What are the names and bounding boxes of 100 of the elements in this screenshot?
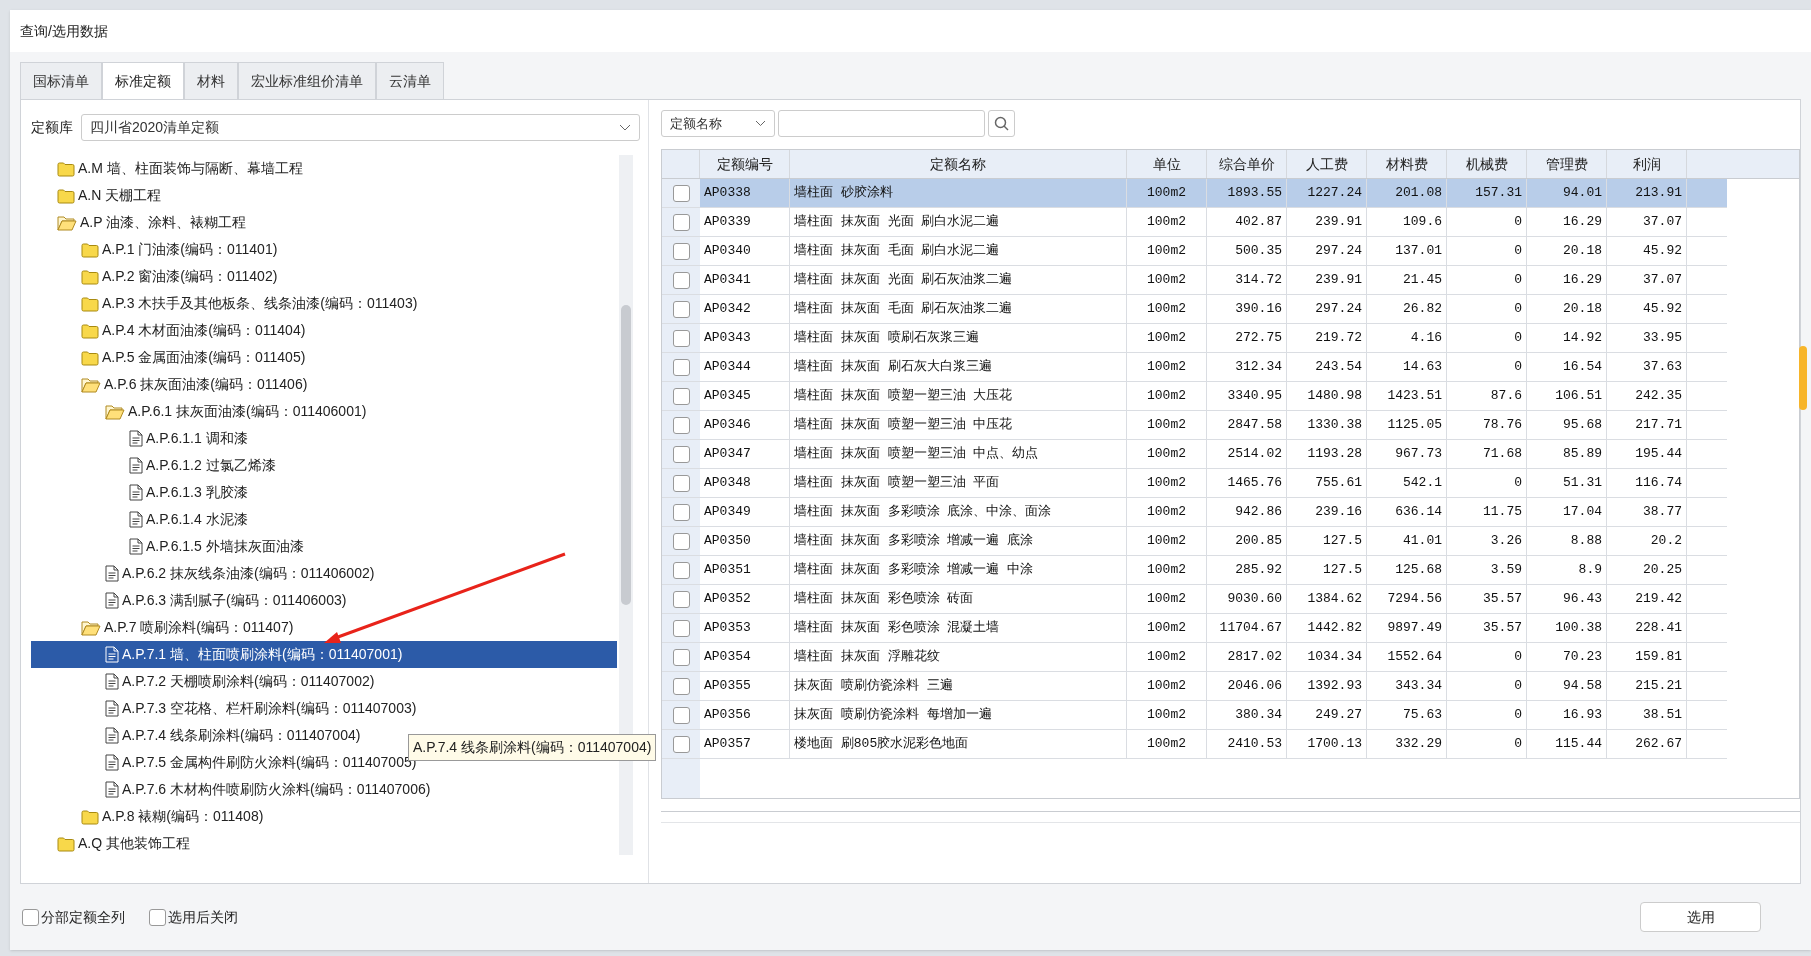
tree-item[interactable]: A.P.6.1.3 乳胶漆 bbox=[31, 479, 617, 506]
table-row[interactable]: AP0350 墙柱面 抹灰面 多彩喷涂 增减一遍 底涂 100m2 200.85 127.5 41.01 3.26 8.88 20.2 bbox=[700, 527, 1727, 556]
table-row[interactable]: AP0339 墙柱面 抹灰面 光面 刷白水泥二遍 100m2 402.87 239.91 109.6 0 16.29 37.07 bbox=[700, 208, 1727, 237]
table-cell: 20.18 bbox=[1527, 295, 1607, 323]
row-checkbox[interactable] bbox=[672, 271, 690, 289]
row-checkbox[interactable] bbox=[672, 416, 690, 434]
table-row[interactable]: AP0349 墙柱面 抹灰面 多彩喷涂 底涂、中涂、面涂 100m2 942.86 239.16 636.14 11.75 17.04 38.77 bbox=[700, 498, 1727, 527]
select-button[interactable]: 选用 bbox=[1640, 902, 1761, 932]
option-checkbox[interactable] bbox=[149, 908, 166, 926]
tree-item[interactable]: A.M 墙、柱面装饰与隔断、幕墙工程 bbox=[31, 155, 617, 182]
tree-item[interactable]: A.P.6.1.5 外墙抹灰面油漆 bbox=[31, 533, 617, 560]
row-checkbox[interactable] bbox=[672, 677, 690, 695]
tree-item[interactable]: A.P.6.3 满刮腻子(编码：011406003) bbox=[31, 587, 617, 614]
tree-item[interactable]: A.P.6.1.1 调和漆 bbox=[31, 425, 617, 452]
row-checkbox[interactable] bbox=[672, 648, 690, 666]
tree-item[interactable]: A.P.5 金属面油漆(编码：011405) bbox=[31, 344, 617, 371]
table-cell: 1193.28 bbox=[1287, 440, 1367, 468]
chevron-down-icon bbox=[619, 123, 631, 132]
column-header[interactable]: 管理费 bbox=[1527, 150, 1607, 178]
row-checkbox[interactable] bbox=[672, 329, 690, 347]
table-row[interactable]: AP0340 墙柱面 抹灰面 毛面 刷白水泥二遍 100m2 500.35 297.24 137.01 0 20.18 45.92 bbox=[700, 237, 1727, 266]
table-cell: 墙柱面 抹灰面 多彩喷涂 底涂、中涂、面涂 bbox=[790, 498, 1127, 526]
table-cell: 219.42 bbox=[1607, 585, 1687, 613]
row-checkbox[interactable] bbox=[672, 619, 690, 637]
tree-item[interactable]: A.P.6.1.4 水泥漆 bbox=[31, 506, 617, 533]
table-row[interactable]: AP0344 墙柱面 抹灰面 刷石灰大白浆三遍 100m2 312.34 243.54 14.63 0 16.54 37.63 bbox=[700, 353, 1727, 382]
column-header[interactable]: 定额名称 bbox=[790, 150, 1127, 178]
table-cell: 4.16 bbox=[1367, 324, 1447, 352]
table-cell: 0 bbox=[1447, 208, 1527, 236]
row-checkbox[interactable] bbox=[672, 445, 690, 463]
table-row[interactable]: AP0348 墙柱面 抹灰面 喷塑一塑三油 平面 100m2 1465.76 755.61 542.1 0 51.31 116.74 bbox=[700, 469, 1727, 498]
tab[interactable]: 宏业标准组价清单 bbox=[238, 62, 376, 99]
row-checkbox[interactable] bbox=[672, 242, 690, 260]
table-row[interactable]: AP0352 墙柱面 抹灰面 彩色喷涂 砖面 100m2 9030.60 1384.62 7294.56 35.57 96.43 219.42 bbox=[700, 585, 1727, 614]
tree-item[interactable]: A.P.6 抹灰面油漆(编码：011406) bbox=[31, 371, 617, 398]
table-cell: AP0348 bbox=[700, 469, 790, 497]
library-select[interactable]: 四川省2020清单定额 bbox=[81, 114, 640, 141]
option-label[interactable]: 选用后关闭 bbox=[168, 906, 238, 928]
table-row[interactable]: AP0341 墙柱面 抹灰面 光面 刷石灰油浆二遍 100m2 314.72 239.91 21.45 0 16.29 37.07 bbox=[700, 266, 1727, 295]
tree-item[interactable]: A.P.8 裱糊(编码：011408) bbox=[31, 803, 617, 830]
tree-item[interactable]: A.P.6.2 抹灰线条油漆(编码：011406002) bbox=[31, 560, 617, 587]
table-cell: 3.26 bbox=[1447, 527, 1527, 555]
row-checkbox[interactable] bbox=[672, 213, 690, 231]
tree-item[interactable]: A.P.7.3 空花格、栏杆刷涂料(编码：011407003) bbox=[31, 695, 617, 722]
row-checkbox[interactable] bbox=[672, 532, 690, 550]
tree-item[interactable]: A.P.7 喷刷涂料(编码：011407) bbox=[31, 614, 617, 641]
row-checkbox[interactable] bbox=[672, 358, 690, 376]
search-input[interactable] bbox=[778, 110, 985, 137]
row-checkbox[interactable] bbox=[672, 300, 690, 318]
table-cell: AP0343 bbox=[700, 324, 790, 352]
tree-item[interactable]: A.P 油漆、涂料、裱糊工程 bbox=[31, 209, 617, 236]
row-checkbox[interactable] bbox=[672, 474, 690, 492]
table-cell: 239.16 bbox=[1287, 498, 1367, 526]
row-checkbox[interactable] bbox=[672, 503, 690, 521]
table-row[interactable]: AP0356 抹灰面 喷刷仿瓷涂料 每增加一遍 100m2 380.34 249.27 75.63 0 16.93 38.51 bbox=[700, 701, 1727, 730]
tree-item[interactable]: A.P.7.2 天棚喷刷涂料(编码：011407002) bbox=[31, 668, 617, 695]
table-cell: AP0341 bbox=[700, 266, 790, 294]
table-row[interactable]: AP0355 抹灰面 喷刷仿瓷涂料 三遍 100m2 2046.06 1392.93 343.34 0 94.58 215.21 bbox=[700, 672, 1727, 701]
tab[interactable]: 云清单 bbox=[376, 62, 444, 99]
tree-item[interactable]: A.P.7.1 墙、柱面喷刷涂料(编码：011407001) bbox=[31, 641, 617, 668]
table-row[interactable]: AP0343 墙柱面 抹灰面 喷刷石灰浆三遍 100m2 272.75 219.72 4.16 0 14.92 33.95 bbox=[700, 324, 1727, 353]
tab[interactable]: 国标清单 bbox=[20, 62, 102, 99]
column-header[interactable]: 利润 bbox=[1607, 150, 1687, 178]
column-header[interactable]: 材料费 bbox=[1367, 150, 1447, 178]
row-checkbox[interactable] bbox=[672, 706, 690, 724]
tree-item[interactable]: A.P.3 木扶手及其他板条、线条油漆(编码：011403) bbox=[31, 290, 617, 317]
table-row[interactable]: AP0353 墙柱面 抹灰面 彩色喷涂 混凝土墙 100m2 11704.67 1442.82 9897.49 35.57 100.38 228.41 bbox=[700, 614, 1727, 643]
search-button[interactable] bbox=[988, 110, 1015, 137]
tree-item[interactable]: A.Q 其他装饰工程 bbox=[31, 830, 617, 857]
column-header[interactable]: 人工费 bbox=[1287, 150, 1367, 178]
row-checkbox[interactable] bbox=[672, 387, 690, 405]
tab[interactable]: 标准定额 bbox=[102, 62, 184, 99]
table-row[interactable]: AP0347 墙柱面 抹灰面 喷塑一塑三油 中点、幼点 100m2 2514.02 1193.28 967.73 71.68 85.89 195.44 bbox=[700, 440, 1727, 469]
tree-item[interactable]: A.N 天棚工程 bbox=[31, 182, 617, 209]
search-field-select[interactable]: 定额名称 bbox=[661, 110, 775, 137]
row-checkbox[interactable] bbox=[672, 184, 690, 202]
row-checkbox[interactable] bbox=[672, 590, 690, 608]
table-row[interactable]: AP0342 墙柱面 抹灰面 毛面 刷石灰油浆二遍 100m2 390.16 297.24 26.82 0 20.18 45.92 bbox=[700, 295, 1727, 324]
table-row[interactable]: AP0345 墙柱面 抹灰面 喷塑一塑三油 大压花 100m2 3340.95 1480.98 1423.51 87.6 106.51 242.35 bbox=[700, 382, 1727, 411]
table-row[interactable]: AP0351 墙柱面 抹灰面 多彩喷涂 增减一遍 中涂 100m2 285.92 127.5 125.68 3.59 8.9 20.25 bbox=[700, 556, 1727, 585]
column-header[interactable]: 机械费 bbox=[1447, 150, 1527, 178]
table-row[interactable]: AP0357 楼地面 刷805胶水泥彩色地面 100m2 2410.53 1700.13 332.29 0 115.44 262.67 bbox=[700, 730, 1727, 759]
column-header[interactable]: 综合单价 bbox=[1207, 150, 1287, 178]
tree-item[interactable]: A.P.6.1 抹灰面油漆(编码：011406001) bbox=[31, 398, 617, 425]
table-row[interactable]: AP0354 墙柱面 抹灰面 浮雕花纹 100m2 2817.02 1034.34 1552.64 0 70.23 159.81 bbox=[700, 643, 1727, 672]
column-header[interactable]: 定额编号 bbox=[700, 150, 790, 178]
tree-item[interactable]: A.P.4 木材面油漆(编码：011404) bbox=[31, 317, 617, 344]
tree-item[interactable]: A.P.7.6 木材构件喷刷防火涂料(编码：011407006) bbox=[31, 776, 617, 803]
row-checkbox[interactable] bbox=[672, 561, 690, 579]
tree-item[interactable]: A.P.6.1.2 过氯乙烯漆 bbox=[31, 452, 617, 479]
column-header[interactable]: 单位 bbox=[1127, 150, 1207, 178]
table-row[interactable]: AP0338 墙柱面 砂胶涂料 100m2 1893.55 1227.24 201.08 157.31 94.01 213.91 bbox=[700, 179, 1727, 208]
tree-item[interactable]: A.P.1 门油漆(编码：011401) bbox=[31, 236, 617, 263]
table-cell: 75.63 bbox=[1367, 701, 1447, 729]
tab[interactable]: 材料 bbox=[184, 62, 238, 99]
option-label[interactable]: 分部定额全列 bbox=[41, 906, 125, 928]
option-checkbox[interactable] bbox=[22, 908, 39, 926]
tree-item[interactable]: A.P.2 窗油漆(编码：011402) bbox=[31, 263, 617, 290]
row-checkbox[interactable] bbox=[672, 735, 690, 753]
table-row[interactable]: AP0346 墙柱面 抹灰面 喷塑一塑三油 中压花 100m2 2847.58 1330.38 1125.05 78.76 95.68 217.71 bbox=[700, 411, 1727, 440]
